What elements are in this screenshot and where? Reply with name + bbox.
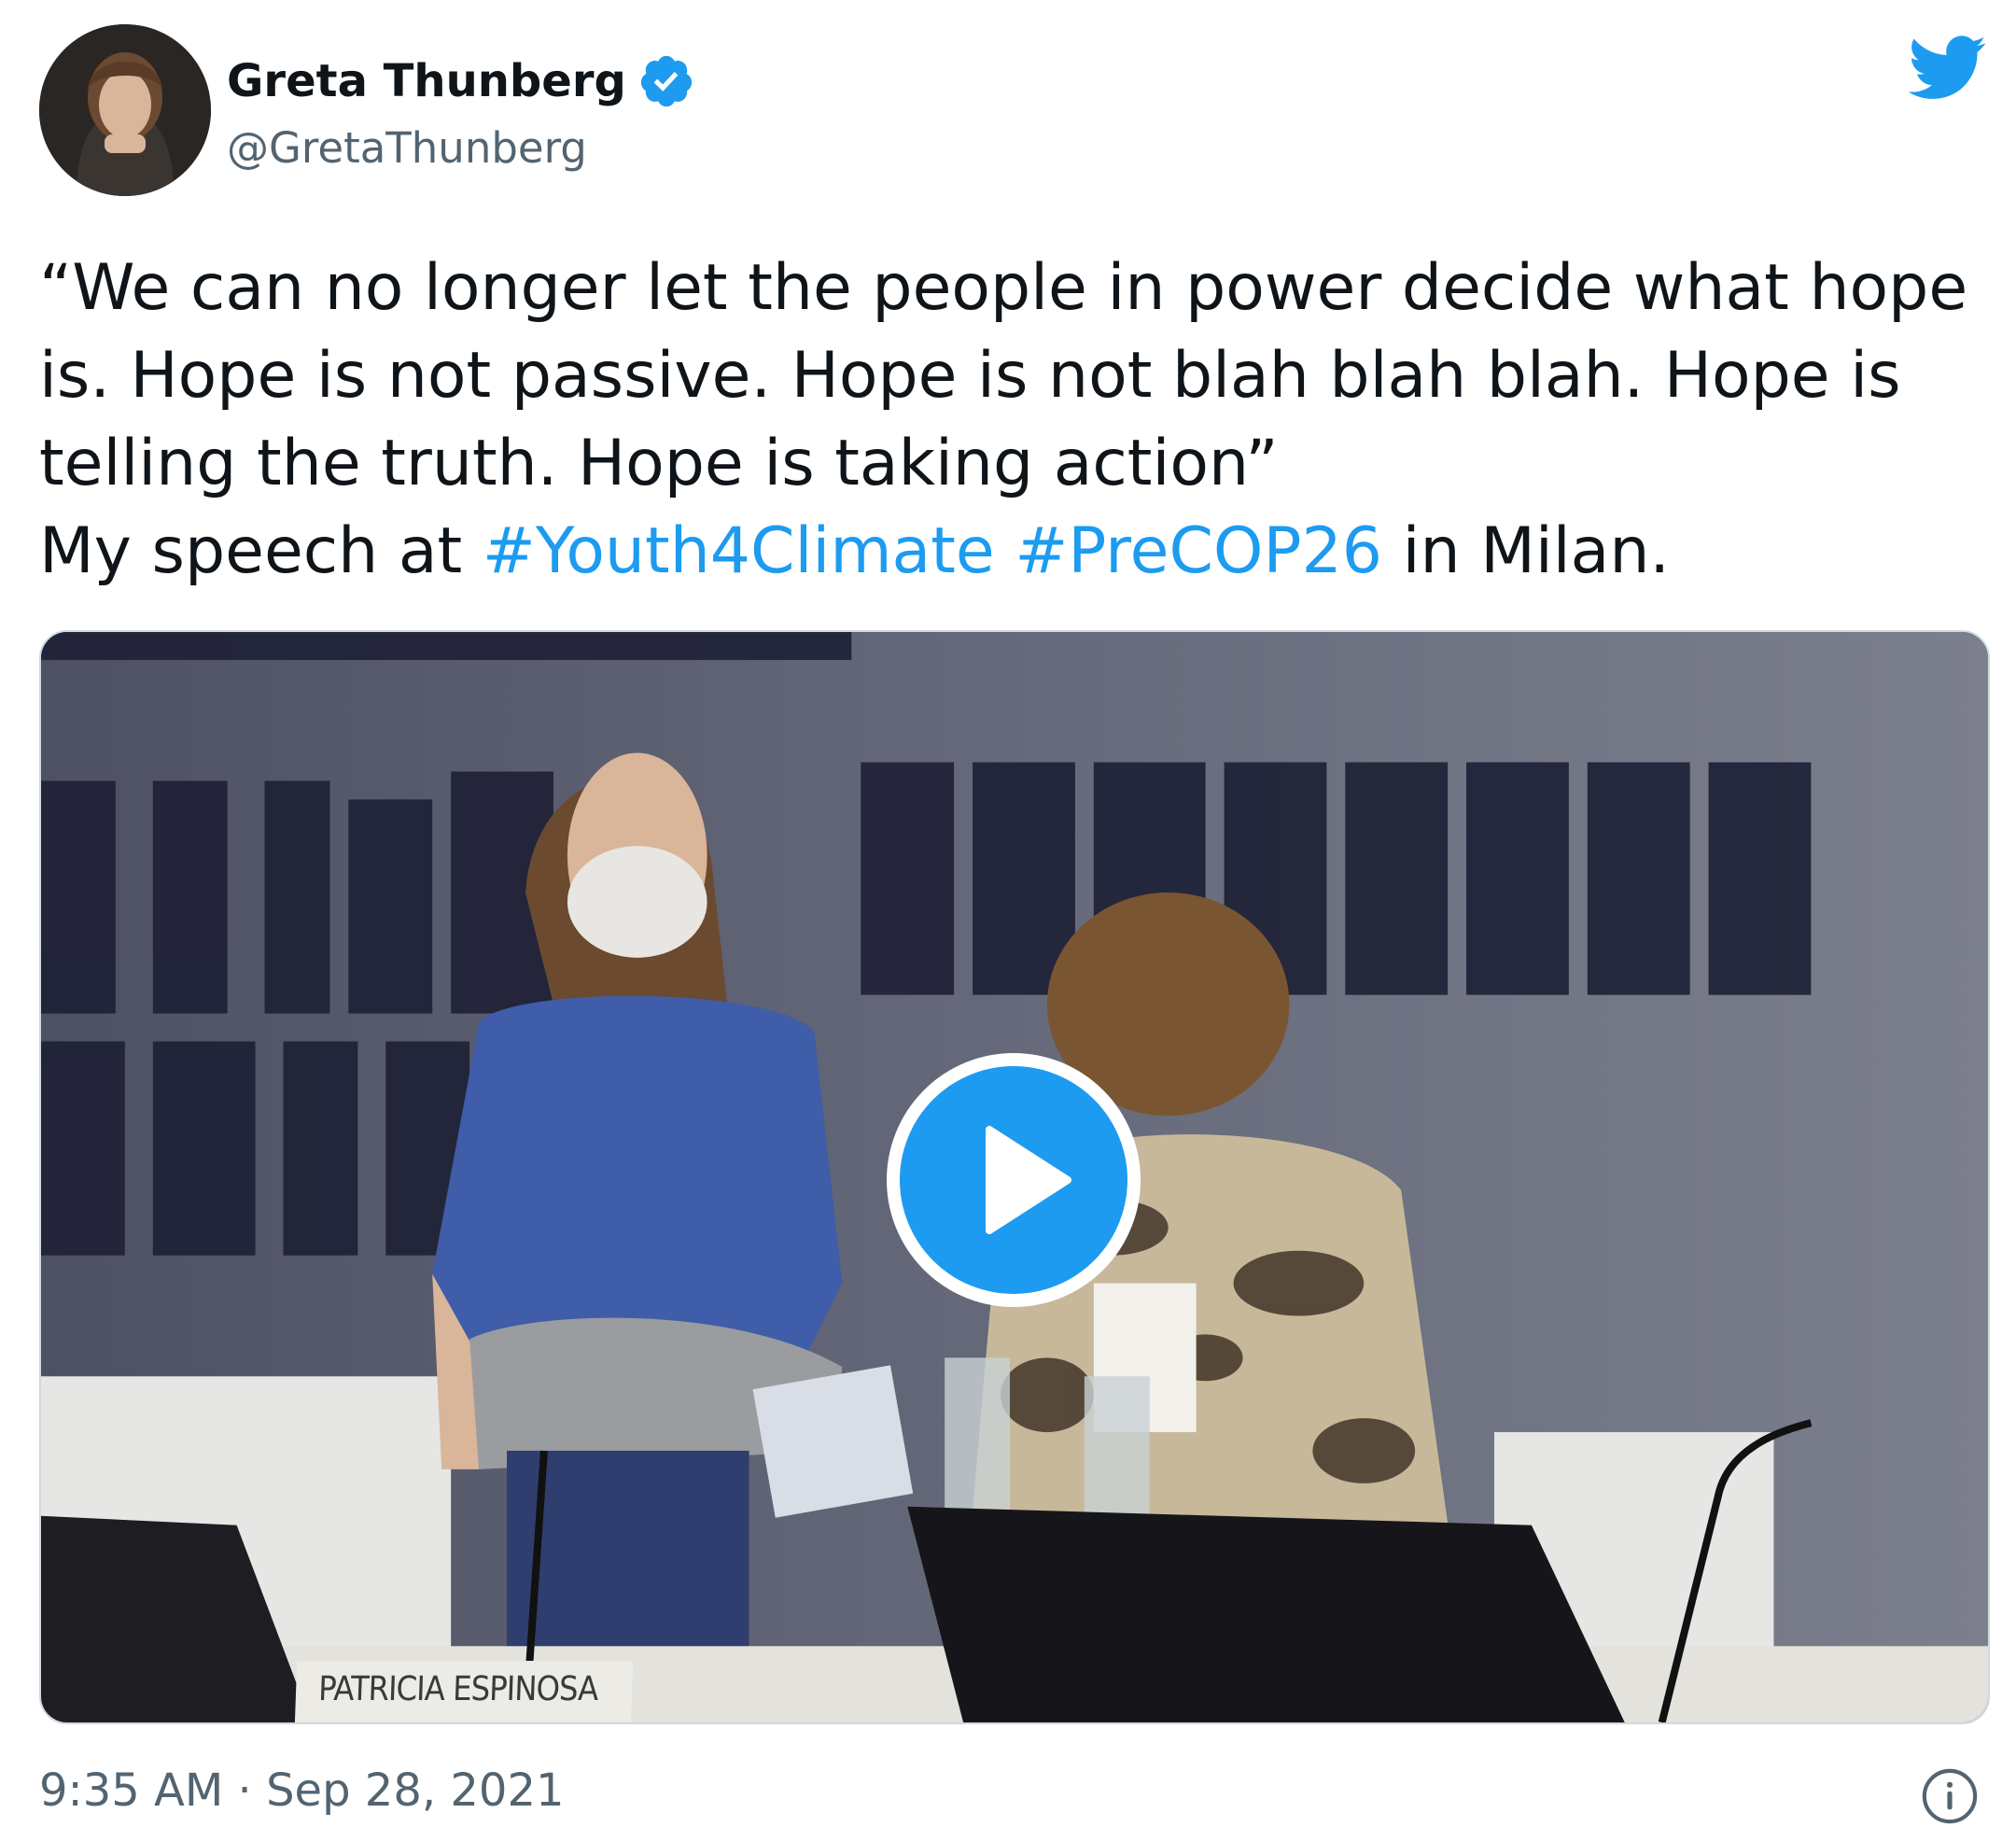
tweet-text-prefix: My speech at	[39, 514, 483, 588]
verified-badge-icon	[637, 52, 695, 110]
info-icon[interactable]	[1921, 1767, 1979, 1825]
profile-photo	[39, 24, 211, 196]
author-name-text: Greta Thunberg	[227, 55, 626, 107]
play-icon	[986, 1126, 1071, 1234]
hashtag-link[interactable]: #Youth4Climate	[483, 514, 995, 588]
name-placard: PATRICIA ESPINOSA	[294, 1661, 634, 1722]
placard-text: PATRICIA ESPINOSA	[317, 1670, 599, 1708]
tweet-line: “We can no longer let the people in powe…	[39, 251, 1968, 325]
tweet-timestamp[interactable]: 9:35 AM · Sep 28, 2021	[39, 1764, 565, 1817]
play-button[interactable]	[887, 1053, 1141, 1307]
tweet-text-suffix: in Milan.	[1381, 514, 1671, 588]
tweet-text: “We can no longer let the people in powe…	[39, 245, 1981, 596]
tweet-line-last: My speech at #Youth4Climate #PreCOP26 in…	[39, 508, 1981, 596]
hashtag-link[interactable]: #PreCOP26	[1015, 514, 1382, 588]
tweet-line: is. Hope is not passive. Hope is not bla…	[39, 339, 1901, 413]
author-name[interactable]: Greta Thunberg	[227, 52, 695, 110]
tweet-line: telling the truth. Hope is taking action…	[39, 427, 1279, 500]
author-avatar[interactable]	[39, 24, 211, 196]
twitter-bird-icon[interactable]	[1908, 35, 1988, 101]
author-handle[interactable]: @GretaThunberg	[227, 123, 587, 173]
